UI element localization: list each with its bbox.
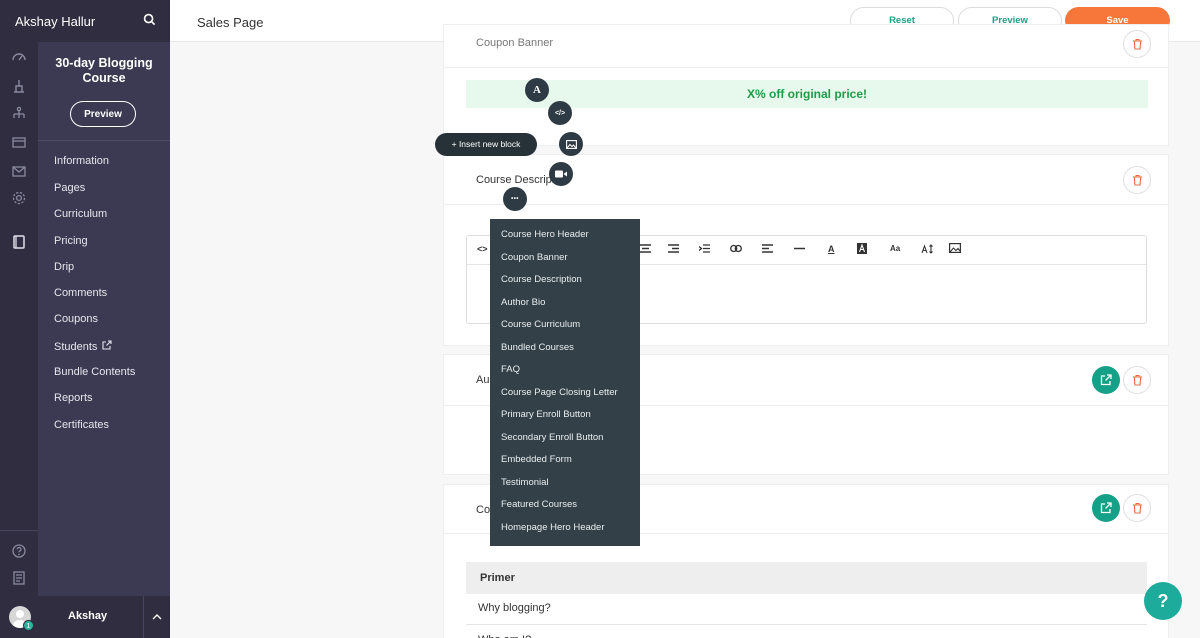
mail-icon[interactable]	[11, 163, 27, 179]
curriculum-lesson-row: Why blogging?	[466, 593, 1147, 625]
gear-icon[interactable]	[11, 190, 27, 206]
nav-item-reports[interactable]: Reports	[54, 392, 93, 404]
course-title: 30-day Blogging Course	[55, 56, 153, 85]
indent-icon[interactable]	[698, 244, 710, 255]
icon-rail	[0, 42, 38, 638]
menu-item-course-hero-header[interactable]: Course Hero Header	[501, 229, 589, 240]
menu-item-homepage-hero-header[interactable]: Homepage Hero Header	[501, 522, 605, 533]
menu-item-testimonial[interactable]: Testimonial	[501, 477, 549, 488]
subnav-divider	[38, 140, 170, 141]
footer-user-name[interactable]: Akshay	[68, 610, 107, 622]
book-icon[interactable]	[11, 234, 27, 250]
delete-block-button[interactable]	[1123, 494, 1151, 522]
sidebar-header: Akshay Hallur	[0, 0, 170, 42]
align-center-icon[interactable]	[640, 244, 651, 255]
menu-item-bundled-courses[interactable]: Bundled Courses	[501, 342, 574, 353]
menu-item-primary-enroll-button[interactable]: Primary Enroll Button	[501, 409, 591, 420]
menu-item-coupon-banner[interactable]: Coupon Banner	[501, 252, 568, 263]
course-preview-button[interactable]: Preview	[70, 101, 136, 127]
align-left-icon[interactable]	[762, 244, 773, 255]
external-link-icon	[102, 340, 112, 353]
code-view-icon[interactable]: <>	[477, 244, 488, 254]
delete-block-button[interactable]	[1123, 30, 1151, 58]
curriculum-section-header: Primer	[466, 562, 1147, 594]
block-title: Coupon Banner	[476, 37, 554, 49]
page-title: Sales Page	[197, 15, 264, 30]
nav-item-curriculum[interactable]: Curriculum	[54, 208, 107, 220]
insert-new-block-button[interactable]: + Insert new block	[435, 133, 537, 156]
highlight-icon[interactable]	[857, 243, 867, 256]
video-block-button[interactable]	[549, 162, 573, 186]
image-icon[interactable]	[949, 243, 962, 255]
courses-icon[interactable]	[11, 78, 27, 94]
curriculum-lesson-row: Who am I?	[466, 625, 1147, 638]
delete-block-button[interactable]	[1123, 166, 1151, 194]
horizontal-rule-icon[interactable]	[794, 244, 805, 255]
store-icon[interactable]	[11, 134, 27, 150]
open-external-button[interactable]	[1092, 494, 1120, 522]
delete-block-button[interactable]	[1123, 366, 1151, 394]
sitemap-icon[interactable]	[11, 106, 27, 122]
menu-item-course-description[interactable]: Course Description	[501, 274, 582, 285]
block-type-menu: Course Hero Header Coupon Banner Course …	[490, 219, 640, 546]
help-button[interactable]: ?	[1144, 582, 1182, 620]
align-right-icon[interactable]	[668, 244, 679, 255]
block-divider	[444, 204, 1168, 205]
font-size-icon[interactable]: Aa	[890, 244, 900, 253]
text-color-icon[interactable]: A	[828, 244, 835, 254]
sidebar-footer: 1 Akshay	[0, 596, 170, 638]
nav-item-pricing[interactable]: Pricing	[54, 235, 88, 247]
dashboard-icon[interactable]	[11, 49, 27, 65]
nav-item-bundle-contents[interactable]: Bundle Contents	[54, 366, 135, 378]
menu-item-embedded-form[interactable]: Embedded Form	[501, 454, 572, 465]
user-name: Akshay Hallur	[15, 13, 96, 29]
open-external-button[interactable]	[1092, 366, 1120, 394]
link-icon[interactable]	[730, 244, 742, 255]
nav-item-information[interactable]: Information	[54, 155, 109, 167]
menu-item-faq[interactable]: FAQ	[501, 364, 520, 375]
menu-item-closing-letter[interactable]: Course Page Closing Letter	[501, 387, 618, 398]
block-title: Au	[476, 374, 490, 386]
course-subnav: 30-day Blogging Course Preview Informati…	[38, 42, 170, 596]
block-title: Co	[476, 504, 491, 516]
search-icon[interactable]	[143, 13, 156, 29]
font-style-button[interactable]: A	[525, 78, 549, 102]
rail-divider	[0, 530, 38, 531]
nav-item-coupons[interactable]: Coupons	[54, 313, 98, 325]
code-block-button[interactable]: </>	[548, 101, 572, 125]
nav-item-students-label: Students	[54, 340, 98, 353]
nav-item-pages[interactable]: Pages	[54, 182, 85, 194]
help-circle-icon[interactable]	[11, 543, 27, 559]
nav-item-comments[interactable]: Comments	[54, 287, 107, 299]
nav-item-certificates[interactable]: Certificates	[54, 419, 109, 431]
menu-item-course-curriculum[interactable]: Course Curriculum	[501, 319, 580, 330]
coupon-banner-block: Coupon Banner X% off original price!	[443, 24, 1169, 146]
chevron-up-icon[interactable]	[143, 596, 170, 638]
nav-item-drip[interactable]: Drip	[54, 261, 74, 273]
menu-item-secondary-enroll-button[interactable]: Secondary Enroll Button	[501, 432, 603, 443]
line-height-icon[interactable]	[921, 244, 933, 256]
block-divider	[444, 67, 1168, 68]
nav-item-students[interactable]: Students	[54, 340, 112, 353]
more-options-button[interactable]: •••	[503, 187, 527, 211]
document-icon[interactable]	[11, 570, 27, 586]
notification-badge: 1	[23, 620, 34, 631]
menu-item-author-bio[interactable]: Author Bio	[501, 297, 545, 308]
image-block-button[interactable]	[559, 132, 583, 156]
menu-item-featured-courses[interactable]: Featured Courses	[501, 499, 577, 510]
